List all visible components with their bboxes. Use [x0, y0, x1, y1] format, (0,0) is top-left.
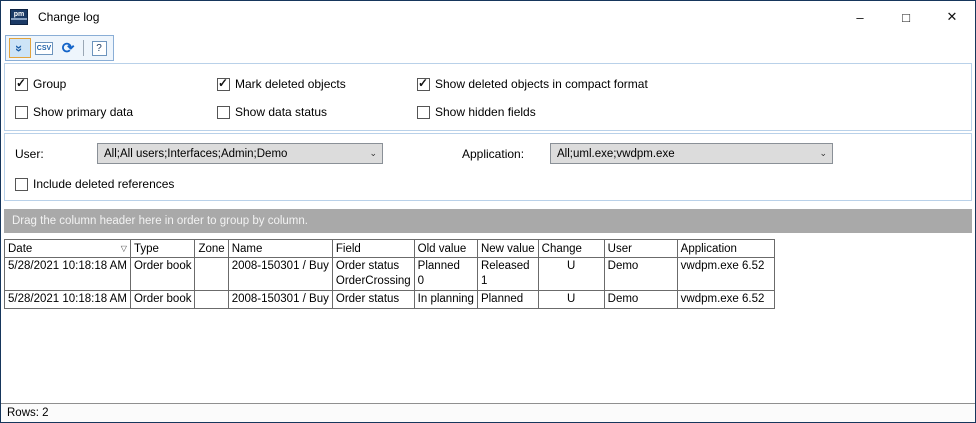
- table-row[interactable]: 5/28/2021 10:18:18 AM Order book 2008-15…: [5, 291, 775, 309]
- user-label: User:: [15, 147, 97, 161]
- checkbox-group-compact-format[interactable]: Show deleted objects in compact format: [417, 77, 971, 91]
- minimize-button[interactable]: –: [837, 1, 883, 33]
- close-button[interactable]: ✕: [929, 1, 975, 33]
- expand-options-button[interactable]: »: [9, 38, 31, 58]
- toolbar-button-group: » CSV ⟳ ?: [5, 35, 114, 61]
- change-log-table: Date ▽ Type Zone Name Field Old value Ne…: [4, 239, 775, 309]
- chevron-down-icon: ⌄: [819, 148, 827, 159]
- checkbox[interactable]: [417, 106, 430, 119]
- checkbox-group-primary-data[interactable]: Show primary data: [15, 105, 217, 119]
- group-by-drop-zone[interactable]: Drag the column header here in order to …: [4, 209, 972, 233]
- help-icon: ?: [92, 41, 107, 56]
- application-dropdown[interactable]: All;uml.exe;vwdpm.exe ⌄: [550, 143, 833, 164]
- cell-zone: [195, 258, 228, 291]
- cell-name: 2008-150301 / Buy: [228, 291, 332, 309]
- checkbox-group-mark-deleted[interactable]: Mark deleted objects: [217, 77, 417, 91]
- cell-change: U: [538, 291, 604, 309]
- cell-application: vwdpm.exe 6.52: [677, 258, 774, 291]
- cell-type: Order book: [130, 258, 195, 291]
- cell-old-value: Planned 0: [414, 258, 477, 291]
- checkbox[interactable]: [217, 106, 230, 119]
- checkbox[interactable]: [15, 178, 28, 191]
- title-bar: pm Change log – □ ✕: [1, 1, 975, 33]
- cell-type: Order book: [130, 291, 195, 309]
- refresh-icon: ⟳: [62, 39, 75, 57]
- cell-field: Order status OrderCrossing: [332, 258, 414, 291]
- cell-new-value: Released 1: [477, 258, 538, 291]
- column-header-type[interactable]: Type: [130, 240, 195, 258]
- display-options-panel: Group Mark deleted objects Show deleted …: [4, 63, 972, 131]
- cell-name: 2008-150301 / Buy: [228, 258, 332, 291]
- checkbox-label: Group: [33, 77, 66, 91]
- column-header-zone[interactable]: Zone: [195, 240, 228, 258]
- table-header-row: Date ▽ Type Zone Name Field Old value Ne…: [5, 240, 775, 258]
- cell-field: Order status: [332, 291, 414, 309]
- refresh-button[interactable]: ⟳: [57, 38, 79, 58]
- column-header-field[interactable]: Field: [332, 240, 414, 258]
- double-chevron-down-icon: »: [12, 44, 27, 51]
- column-header-new-value[interactable]: New value: [477, 240, 538, 258]
- cell-date: 5/28/2021 10:18:18 AM: [5, 291, 131, 309]
- checkbox-label: Show deleted objects in compact format: [435, 77, 648, 91]
- checkbox-group-group[interactable]: Group: [15, 77, 217, 91]
- checkbox-label: Include deleted references: [33, 177, 174, 191]
- export-csv-button[interactable]: CSV: [33, 38, 55, 58]
- user-dropdown-value: All;All users;Interfaces;Admin;Demo: [104, 148, 287, 160]
- app-icon: pm: [10, 9, 28, 25]
- checkbox-label: Show primary data: [33, 105, 133, 119]
- checkbox[interactable]: [217, 78, 230, 91]
- chevron-down-icon: ⌄: [369, 148, 377, 159]
- checkbox-group-include-deleted[interactable]: Include deleted references: [15, 177, 971, 191]
- change-log-window: pm Change log – □ ✕ » CSV ⟳ ?: [0, 0, 976, 423]
- cell-zone: [195, 291, 228, 309]
- cell-date: 5/28/2021 10:18:18 AM: [5, 258, 131, 291]
- sort-descending-icon: ▽: [121, 244, 127, 253]
- status-bar: Rows: 2: [1, 403, 975, 422]
- cell-change: U: [538, 258, 604, 291]
- checkbox-group-hidden-fields[interactable]: Show hidden fields: [417, 105, 971, 119]
- checkbox-label: Mark deleted objects: [235, 77, 346, 91]
- column-header-change[interactable]: Change: [538, 240, 604, 258]
- application-label: Application:: [462, 147, 550, 161]
- checkbox[interactable]: [417, 78, 430, 91]
- row-count: Rows: 2: [7, 407, 49, 419]
- toolbar: » CSV ⟳ ?: [1, 33, 975, 63]
- user-dropdown[interactable]: All;All users;Interfaces;Admin;Demo ⌄: [97, 143, 383, 164]
- checkbox-label: Show hidden fields: [435, 105, 536, 119]
- checkbox-label: Show data status: [235, 105, 327, 119]
- table-row[interactable]: 5/28/2021 10:18:18 AM Order book 2008-15…: [5, 258, 775, 291]
- help-button[interactable]: ?: [88, 38, 110, 58]
- checkbox[interactable]: [15, 106, 28, 119]
- checkbox-grid: Group Mark deleted objects Show deleted …: [15, 77, 971, 119]
- column-header-name[interactable]: Name: [228, 240, 332, 258]
- cell-application: vwdpm.exe 6.52: [677, 291, 774, 309]
- cell-old-value: In planning: [414, 291, 477, 309]
- grid-area: Date ▽ Type Zone Name Field Old value Ne…: [4, 239, 972, 403]
- csv-icon: CSV: [35, 42, 53, 55]
- checkbox[interactable]: [15, 78, 28, 91]
- application-dropdown-value: All;uml.exe;vwdpm.exe: [557, 148, 675, 160]
- column-header-old-value[interactable]: Old value: [414, 240, 477, 258]
- cell-user: Demo: [604, 291, 677, 309]
- column-header-user[interactable]: User: [604, 240, 677, 258]
- group-by-hint: Drag the column header here in order to …: [12, 215, 308, 227]
- window-title: Change log: [38, 10, 99, 24]
- filter-row: User: All;All users;Interfaces;Admin;Dem…: [15, 143, 971, 164]
- cell-new-value: Planned: [477, 291, 538, 309]
- column-header-date[interactable]: Date ▽: [5, 240, 131, 258]
- toolbar-separator: [83, 40, 84, 56]
- column-header-application[interactable]: Application: [677, 240, 774, 258]
- cell-user: Demo: [604, 258, 677, 291]
- filter-panel: User: All;All users;Interfaces;Admin;Dem…: [4, 133, 972, 201]
- checkbox-group-data-status[interactable]: Show data status: [217, 105, 417, 119]
- maximize-button[interactable]: □: [883, 1, 929, 33]
